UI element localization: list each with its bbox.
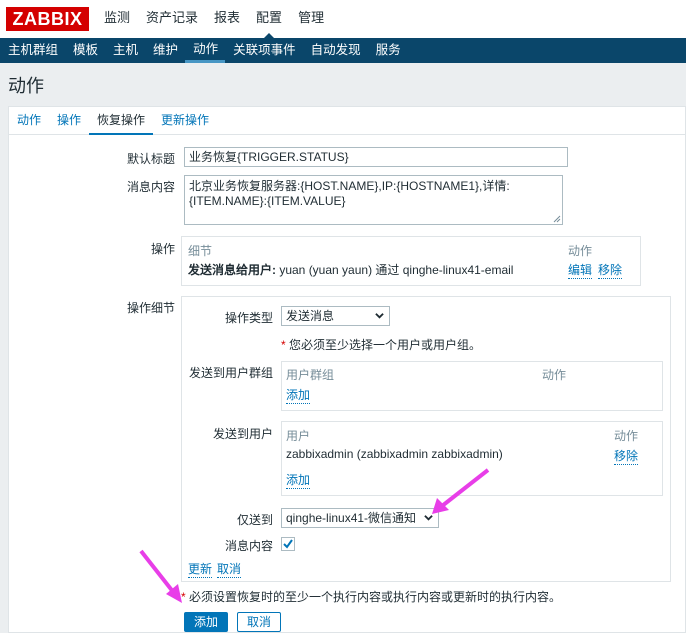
action-form-card: 动作 操作 恢复操作 更新操作 默认标题 业务恢复{TRIGGER.STATUS… (8, 106, 686, 633)
users-col-action: 动作 (614, 429, 639, 443)
operation-type-label: 操作类型 (224, 311, 273, 325)
operation-required-note: * 您必须至少选择一个用户或用户组。 (281, 338, 482, 352)
top-menu-monitoring[interactable]: 监测 (96, 0, 138, 38)
user-groups-col-action: 动作 (542, 368, 567, 382)
add-user-link[interactable]: 添加 (286, 471, 311, 489)
message-label: 消息内容 (126, 180, 175, 194)
operation-edit-link[interactable]: 编辑 (568, 261, 593, 279)
sub-menu-maintenance[interactable]: 维护 (145, 38, 185, 63)
add-button[interactable]: 添加 (184, 612, 228, 632)
sub-menu-event-correlation[interactable]: 关联项事件 (225, 38, 303, 63)
send-to-users-label: 发送到用户 (212, 427, 273, 441)
operation-remove-link[interactable]: 移除 (598, 261, 623, 279)
operations-col-details: 细节 (188, 244, 213, 258)
only-send-to-value: qinghe-linux41-微信通知 (286, 511, 417, 525)
zabbix-logo[interactable]: ZABBIX (6, 7, 89, 31)
tab-recovery-operations[interactable]: 恢复操作 (89, 107, 154, 135)
top-bar: ZABBIX 监测 资产记录 报表 配置 管理 (0, 0, 686, 38)
operation-details-box: 操作类型 发送消息 * 您必须至少选择一个用户或用户组。 发送到用户群组 用户群… (181, 296, 671, 582)
form-tabs: 动作 操作 恢复操作 更新操作 (9, 107, 685, 135)
message-textarea[interactable]: 北京业务恢复服务器:{HOST.NAME},IP:{HOSTNAME1},详情:… (184, 175, 563, 225)
operations-label: 操作 (150, 242, 175, 256)
top-menu-configuration[interactable]: 配置 (248, 0, 291, 38)
top-menu-inventory[interactable]: 资产记录 (138, 0, 206, 38)
operation-type-select[interactable]: 发送消息 (281, 306, 390, 326)
tab-update-operations[interactable]: 更新操作 (153, 107, 217, 135)
sub-menu-services[interactable]: 服务 (368, 38, 408, 63)
remove-user-link[interactable]: 移除 (614, 447, 639, 465)
message-content-checkbox[interactable] (281, 537, 295, 551)
only-send-to-label: 仅送到 (236, 513, 273, 527)
sub-menu-host-groups[interactable]: 主机群组 (0, 38, 65, 63)
cancel-operation-link[interactable]: 取消 (217, 560, 242, 578)
operation-type-value: 发送消息 (286, 309, 335, 323)
top-menu: 监测 资产记录 报表 配置 管理 (96, 0, 332, 38)
only-send-to-select[interactable]: qinghe-linux41-微信通知 (281, 508, 439, 528)
operations-row-prefix: 发送消息给用户: (188, 263, 276, 277)
resize-handle-icon[interactable] (552, 214, 561, 223)
bottom-required-note: * 必须设置恢复时的至少一个执行内容或执行内容或更新时的执行内容。 (181, 590, 562, 604)
users-row-user: zabbixadmin (zabbixadmin zabbixadmin) (286, 447, 503, 461)
user-groups-col-group: 用户群组 (286, 368, 335, 382)
operations-table: 细节 动作 发送消息给用户: yuan (yuan yaun) 通过 qingh… (181, 236, 641, 286)
operations-row-text: yuan (yuan yaun) 通过 qinghe-linux41-email (276, 263, 514, 277)
update-operation-link[interactable]: 更新 (188, 560, 213, 578)
chevron-down-icon (424, 513, 433, 522)
users-col-user: 用户 (286, 429, 311, 443)
operations-col-action: 动作 (568, 244, 593, 258)
default-subject-input[interactable]: 业务恢复{TRIGGER.STATUS} (184, 147, 568, 167)
message-content-label: 消息内容 (224, 539, 273, 553)
tab-operations[interactable]: 操作 (49, 107, 89, 135)
sub-menu: 主机群组 模板 主机 维护 动作 关联项事件 自动发现 服务 (0, 38, 686, 63)
add-user-group-link[interactable]: 添加 (286, 386, 311, 404)
users-table: 用户 动作 zabbixadmin (zabbixadmin zabbixadm… (281, 421, 663, 496)
cancel-button[interactable]: 取消 (237, 612, 281, 632)
top-menu-administration[interactable]: 管理 (290, 0, 332, 38)
checkmark-icon (283, 539, 293, 549)
sub-menu-discovery[interactable]: 自动发现 (303, 38, 368, 63)
page-header: 动作 (0, 63, 686, 103)
tab-action[interactable]: 动作 (9, 107, 49, 135)
user-groups-table: 用户群组 动作 添加 (281, 361, 663, 411)
operations-row-details: 发送消息给用户: yuan (yuan yaun) 通过 qinghe-linu… (188, 261, 513, 278)
sub-menu-hosts[interactable]: 主机 (105, 38, 145, 63)
send-to-groups-label: 发送到用户群组 (188, 366, 273, 380)
chevron-down-icon (375, 313, 384, 319)
sub-menu-templates[interactable]: 模板 (65, 38, 105, 63)
default-subject-label: 默认标题 (126, 152, 175, 166)
sub-menu-actions[interactable]: 动作 (185, 38, 226, 63)
page-title: 动作 (8, 76, 44, 96)
top-menu-reports[interactable]: 报表 (206, 0, 248, 38)
operation-details-label: 操作细节 (126, 301, 175, 315)
